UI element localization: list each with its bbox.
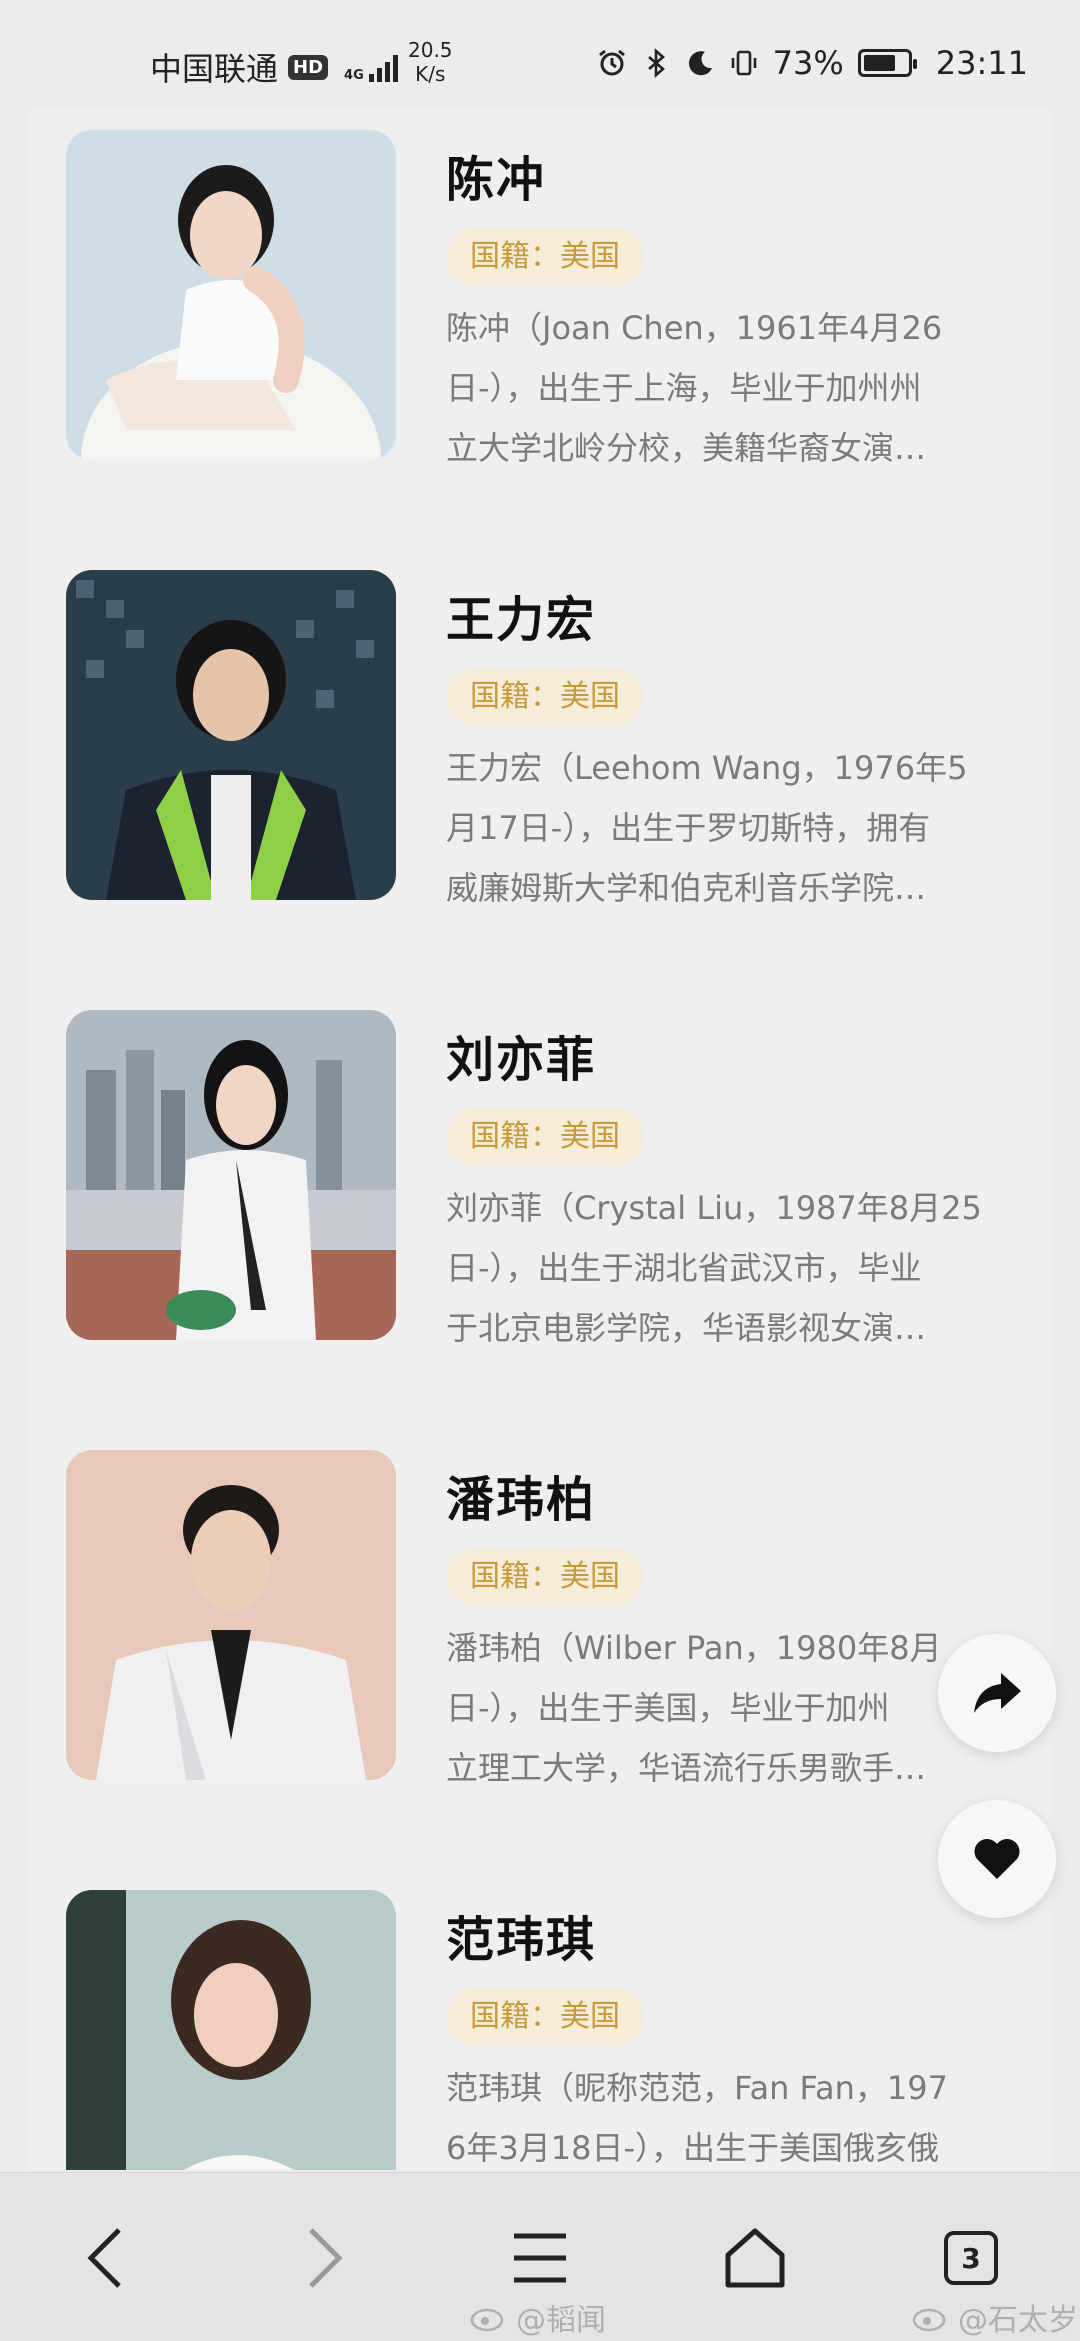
- bluetooth-icon: [647, 48, 665, 78]
- hd-badge: HD: [288, 54, 329, 80]
- celebrity-photo[interactable]: [66, 1450, 396, 1780]
- celebrity-photo[interactable]: [66, 1890, 396, 2170]
- celebrity-description[interactable]: 范玮琪（昵称范范，Fan Fan，197 6年3月18日-），出生于美国俄亥俄: [446, 2058, 1046, 2170]
- celebrity-photo[interactable]: [66, 1010, 396, 1340]
- list-item[interactable]: 刘亦菲 国籍：美国 刘亦菲（Crystal Liu，1987年8月25 日-），…: [28, 988, 1052, 1428]
- celebrity-name[interactable]: 王力宏: [446, 580, 596, 650]
- speed-value: 20.5: [408, 38, 453, 62]
- desc-line: 6年3月18日-），出生于美国俄亥俄: [446, 2129, 939, 2167]
- watermark-right: @石太岁: [912, 2295, 1078, 2339]
- weibo-logo-icon: [470, 2308, 504, 2331]
- watermark-text: @石太岁: [958, 2303, 1078, 2338]
- status-right: 73% 23:11: [597, 44, 1028, 82]
- chevron-right-icon: [309, 2228, 343, 2288]
- home-icon: [725, 2228, 785, 2288]
- network-speed: 20.5 K/s: [408, 38, 453, 86]
- desc-line: 于北京电影学院，华语影视女演…: [446, 1309, 927, 1347]
- share-arrow-icon: [974, 1673, 1021, 1713]
- signal-icon: 4G: [344, 52, 398, 82]
- battery-icon: [857, 49, 917, 77]
- nationality-tag: 国籍：美国: [446, 1548, 644, 1606]
- celebrity-description[interactable]: 陈冲（Joan Chen，1961年4月26 日-），出生于上海，毕业于加州州 …: [446, 298, 1046, 478]
- vibrate-icon: [731, 50, 756, 76]
- desc-line: 王力宏（Leehom Wang，1976年5: [446, 749, 968, 787]
- moon-icon: [688, 51, 712, 76]
- celebrity-photo[interactable]: [66, 570, 396, 900]
- list-item[interactable]: 陈冲 国籍：美国 陈冲（Joan Chen，1961年4月26 日-），出生于上…: [28, 108, 1052, 548]
- carrier-name: 中国联通: [150, 50, 279, 88]
- celebrity-name[interactable]: 潘玮柏: [446, 1460, 596, 1530]
- celebrity-photo[interactable]: [66, 130, 396, 460]
- back-button[interactable]: [50, 2203, 160, 2313]
- clock: 23:11: [935, 44, 1028, 82]
- nationality-tag: 国籍：美国: [446, 668, 644, 726]
- nationality-tag: 国籍：美国: [446, 228, 644, 286]
- heart-icon: [974, 1839, 1020, 1879]
- weibo-logo-icon: [912, 2308, 946, 2331]
- celebrity-name[interactable]: 刘亦菲: [446, 1020, 596, 1090]
- celebrity-description[interactable]: 刘亦菲（Crystal Liu，1987年8月25 日-），出生于湖北省武汉市，…: [446, 1178, 1046, 1358]
- desc-line: 月17日-），出生于罗切斯特，拥有: [446, 809, 931, 847]
- desc-line: 立大学北岭分校，美籍华裔女演…: [446, 429, 927, 467]
- network-type: 4G: [344, 68, 364, 83]
- tab-count: 3: [944, 2231, 998, 2285]
- watermark-text: @韬闻: [516, 2303, 606, 2338]
- desc-line: 刘亦菲（Crystal Liu，1987年8月25: [446, 1189, 982, 1227]
- status-bar: 中国联通 HD 4G 20.5 K/s 73% 23:11: [0, 0, 1080, 120]
- celebrity-list[interactable]: 陈冲 国籍：美国 陈冲（Joan Chen，1961年4月26 日-），出生于上…: [28, 108, 1052, 2170]
- watermark-left: @韬闻: [470, 2295, 606, 2339]
- chevron-left-icon: [87, 2228, 121, 2288]
- battery-level: [863, 55, 895, 71]
- battery-percent: 73%: [772, 44, 844, 82]
- desc-line: 陈冲（Joan Chen，1961年4月26: [446, 309, 943, 347]
- desc-line: 立理工大学，华语流行乐男歌手…: [446, 1749, 927, 1787]
- celebrity-description[interactable]: 王力宏（Leehom Wang，1976年5 月17日-），出生于罗切斯特，拥有…: [446, 738, 1046, 918]
- list-item[interactable]: 王力宏 国籍：美国 王力宏（Leehom Wang，1976年5 月17日-），…: [28, 548, 1052, 988]
- desc-line: 威廉姆斯大学和伯克利音乐学院…: [446, 869, 927, 907]
- nationality-tag: 国籍：美国: [446, 1108, 644, 1166]
- nationality-tag: 国籍：美国: [446, 1988, 644, 2046]
- like-button[interactable]: [938, 1800, 1056, 1918]
- forward-button[interactable]: [270, 2203, 380, 2313]
- status-left: 中国联通 HD 4G: [150, 44, 398, 90]
- desc-line: 范玮琪（昵称范范，Fan Fan，197: [446, 2069, 948, 2107]
- desc-line: 日-），出生于湖北省武汉市，毕业: [446, 1249, 922, 1287]
- share-button[interactable]: [938, 1634, 1056, 1752]
- speed-unit: K/s: [415, 62, 446, 86]
- celebrity-name[interactable]: 陈冲: [446, 140, 546, 210]
- celebrity-name[interactable]: 范玮琪: [446, 1900, 596, 1970]
- desc-line: 日-），出生于上海，毕业于加州州: [446, 369, 922, 407]
- home-button[interactable]: [700, 2203, 810, 2313]
- list-item[interactable]: 范玮琪 国籍：美国 范玮琪（昵称范范，Fan Fan，197 6年3月18日-）…: [28, 1868, 1052, 2170]
- alarm-icon: [598, 49, 625, 76]
- hamburger-menu-icon: [514, 2233, 566, 2283]
- list-item[interactable]: 潘玮柏 国籍：美国 潘玮柏（Wilber Pan，1980年8月 日-），出生于…: [28, 1428, 1052, 1868]
